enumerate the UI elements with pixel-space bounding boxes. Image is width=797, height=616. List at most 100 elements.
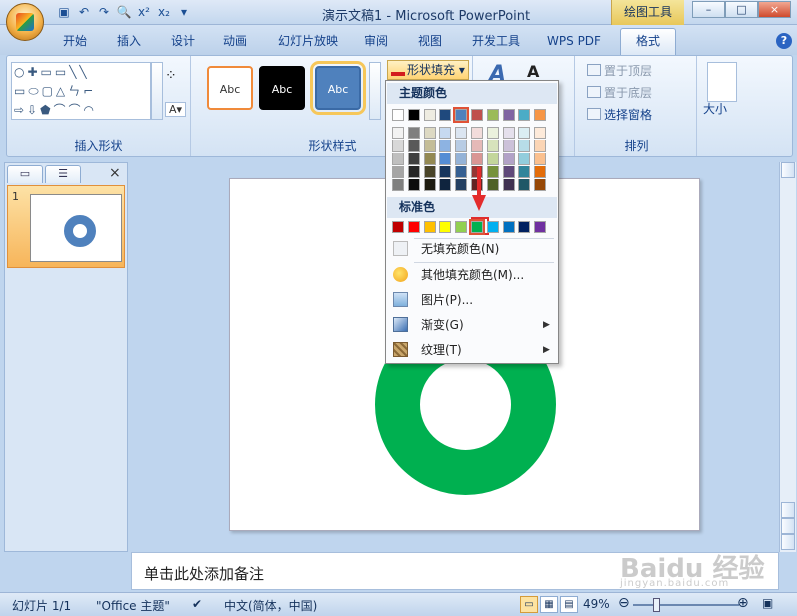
size-icon[interactable] xyxy=(707,62,737,102)
theme-shade-swatch[interactable] xyxy=(486,166,499,178)
theme-shade-swatch[interactable] xyxy=(407,140,420,152)
theme-shade-swatch[interactable] xyxy=(392,153,404,165)
zoom-out-icon[interactable]: ⊖ xyxy=(618,595,630,611)
customize-icon[interactable]: ▾ xyxy=(176,4,192,20)
theme-shade-swatch[interactable] xyxy=(502,140,515,152)
slideshow-view-button[interactable]: ▤ xyxy=(560,596,578,613)
standard-color-swatch[interactable] xyxy=(407,221,420,233)
shapes-gallery[interactable]: ○✚▭▭╲╲ ▭⬭▢△ㄣ⌐ ⇨⇩⬟⌒⌒◠ xyxy=(11,62,151,120)
scroll-down-icon[interactable] xyxy=(781,534,795,550)
theme-shade-swatch[interactable] xyxy=(407,127,420,139)
theme-shade-swatch[interactable] xyxy=(518,166,531,178)
theme-shade-swatch[interactable] xyxy=(518,127,531,139)
theme-shade-swatch[interactable] xyxy=(407,166,420,178)
standard-color-swatch[interactable] xyxy=(534,221,547,233)
theme-shade-swatch[interactable] xyxy=(392,127,404,139)
subscript-icon[interactable]: x₂ xyxy=(156,4,172,20)
slides-tab-icon[interactable]: ▭ xyxy=(7,165,43,183)
undo-icon[interactable]: ↶ xyxy=(76,4,92,20)
tab-insert[interactable]: 插入 xyxy=(108,31,150,53)
theme-shade-swatch[interactable] xyxy=(455,179,468,191)
theme-shade-swatch[interactable] xyxy=(455,140,468,152)
theme-shade-swatch[interactable] xyxy=(471,127,483,139)
spellcheck-icon[interactable]: ✔ xyxy=(192,597,202,611)
textbox-icon[interactable]: A▾ xyxy=(165,102,187,117)
slide-thumbnail[interactable]: 1 xyxy=(7,185,125,268)
theme-shade-swatch[interactable] xyxy=(423,127,436,139)
save-icon[interactable]: ▣ xyxy=(56,4,72,20)
theme-shade-swatch[interactable] xyxy=(439,166,452,178)
shape-fill-button[interactable]: 形状填充 ▾ xyxy=(387,60,469,80)
theme-shade-swatch[interactable] xyxy=(471,153,483,165)
selection-pane-button[interactable]: 选择窗格 xyxy=(587,106,652,123)
print-preview-icon[interactable]: 🔍 xyxy=(116,4,132,20)
theme-color-swatch[interactable] xyxy=(471,109,483,121)
texture-menu-item[interactable]: 纹理(T) ▶ xyxy=(387,338,557,362)
picture-menu-item[interactable]: 图片(P)... xyxy=(387,288,557,312)
no-fill-menu-item[interactable]: 无填充颜色(N) xyxy=(387,237,557,261)
prev-slide-icon[interactable] xyxy=(781,502,795,518)
next-slide-icon[interactable] xyxy=(781,518,795,534)
tab-review[interactable]: 审阅 xyxy=(355,31,397,53)
theme-shade-swatch[interactable] xyxy=(423,166,436,178)
theme-shade-swatch[interactable] xyxy=(534,179,547,191)
bring-to-front-button[interactable]: 置于顶层 xyxy=(587,62,652,79)
standard-color-swatch[interactable] xyxy=(455,221,468,233)
standard-color-swatch[interactable] xyxy=(423,221,436,233)
theme-shade-swatch[interactable] xyxy=(534,153,547,165)
theme-shade-swatch[interactable] xyxy=(502,166,515,178)
office-button[interactable] xyxy=(6,3,44,41)
send-to-back-button[interactable]: 置于底层 xyxy=(587,84,652,101)
theme-shade-swatch[interactable] xyxy=(423,179,436,191)
more-fill-colors-menu-item[interactable]: 其他填充颜色(M)... xyxy=(387,263,557,287)
scroll-up-icon[interactable] xyxy=(781,162,795,178)
theme-color-swatch[interactable] xyxy=(423,109,436,121)
theme-shade-swatch[interactable] xyxy=(392,179,404,191)
style-sample-blue[interactable]: Abc xyxy=(310,61,366,115)
theme-shade-swatch[interactable] xyxy=(392,166,404,178)
theme-shade-swatch[interactable] xyxy=(407,179,420,191)
superscript-icon[interactable]: x² xyxy=(136,4,152,20)
help-icon[interactable]: ? xyxy=(776,33,792,49)
tab-design[interactable]: 设计 xyxy=(162,31,204,53)
theme-shade-swatch[interactable] xyxy=(455,127,468,139)
theme-shade-swatch[interactable] xyxy=(534,166,547,178)
zoom-level[interactable]: 49% xyxy=(583,597,610,611)
tab-view[interactable]: 视图 xyxy=(409,31,451,53)
theme-color-swatch[interactable] xyxy=(502,109,515,121)
theme-shade-swatch[interactable] xyxy=(423,153,436,165)
theme-shade-swatch[interactable] xyxy=(502,179,515,191)
theme-shade-swatch[interactable] xyxy=(455,166,468,178)
maximize-button[interactable]: □ xyxy=(725,1,758,18)
theme-color-swatch[interactable] xyxy=(486,109,499,121)
close-button[interactable]: × xyxy=(758,1,791,18)
theme-shade-swatch[interactable] xyxy=(486,140,499,152)
standard-color-swatch[interactable] xyxy=(469,219,485,235)
tab-developer[interactable]: 开发工具 xyxy=(464,31,528,53)
standard-color-swatch[interactable] xyxy=(502,221,515,233)
theme-shade-swatch[interactable] xyxy=(486,127,499,139)
shapes-gallery-scroll[interactable] xyxy=(151,62,163,120)
theme-shade-swatch[interactable] xyxy=(439,127,452,139)
edit-shape-icon[interactable]: ⁘ xyxy=(165,68,177,84)
standard-color-swatch[interactable] xyxy=(439,221,452,233)
tab-animation[interactable]: 动画 xyxy=(214,31,256,53)
sorter-view-button[interactable]: ▦ xyxy=(540,596,558,613)
tab-format[interactable]: 格式 xyxy=(620,28,676,55)
theme-color-swatch[interactable] xyxy=(534,109,547,121)
theme-shade-swatch[interactable] xyxy=(534,127,547,139)
theme-shade-swatch[interactable] xyxy=(407,153,420,165)
theme-shade-swatch[interactable] xyxy=(439,179,452,191)
theme-shade-swatch[interactable] xyxy=(518,140,531,152)
zoom-slider-thumb[interactable] xyxy=(653,598,660,612)
theme-shade-swatch[interactable] xyxy=(486,179,499,191)
theme-shade-swatch[interactable] xyxy=(455,153,468,165)
fit-window-icon[interactable]: ▣ xyxy=(762,596,773,610)
tab-slideshow[interactable]: 幻灯片放映 xyxy=(270,31,346,53)
theme-shade-swatch[interactable] xyxy=(518,153,531,165)
theme-color-swatch[interactable] xyxy=(439,109,452,121)
theme-shade-swatch[interactable] xyxy=(502,127,515,139)
standard-color-swatch[interactable] xyxy=(486,221,499,233)
gradient-menu-item[interactable]: 渐变(G) ▶ xyxy=(387,313,557,337)
theme-shade-swatch[interactable] xyxy=(502,153,515,165)
